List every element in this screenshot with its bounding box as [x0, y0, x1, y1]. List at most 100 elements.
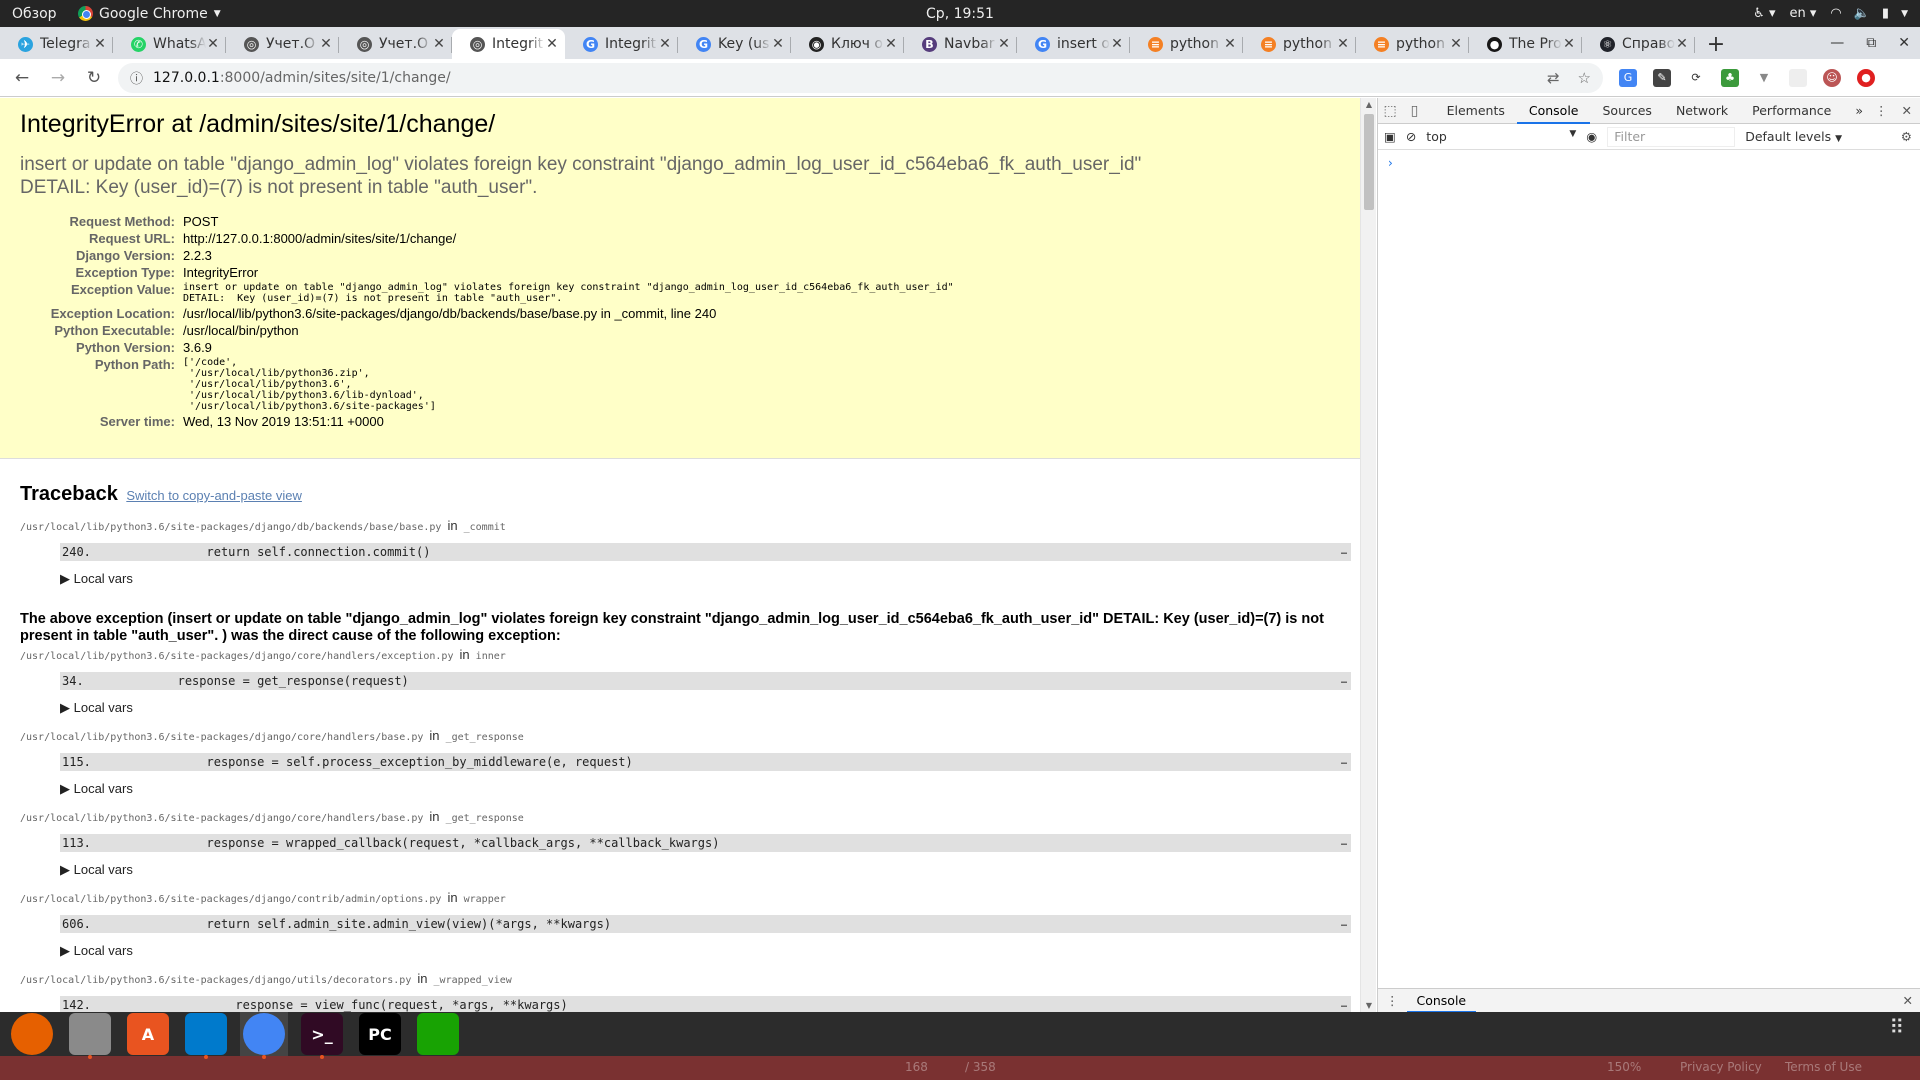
- scroll-up-icon[interactable]: ▲: [1361, 100, 1377, 109]
- dock-files-icon[interactable]: [66, 1012, 114, 1059]
- browser-tab[interactable]: ✈ Telegra ✕: [0, 29, 113, 59]
- reload-icon[interactable]: ↻: [80, 64, 108, 92]
- browser-tab[interactable]: ◎ Integrit ✕: [452, 29, 565, 59]
- local-vars-toggle[interactable]: ▶ Local vars: [60, 943, 1340, 959]
- tab-close-icon[interactable]: ✕: [658, 36, 672, 52]
- devtools-tab-sources[interactable]: Sources: [1590, 98, 1663, 124]
- dock-firefox-icon[interactable]: [8, 1012, 56, 1056]
- scrollbar-thumb[interactable]: [1364, 114, 1374, 210]
- sync-extension-icon[interactable]: ⟳: [1687, 69, 1705, 87]
- expand-context[interactable]: …: [1341, 996, 1347, 1012]
- address-bar[interactable]: ⓘ 127.0.0.1:8000/admin/sites/site/1/chan…: [118, 62, 1603, 93]
- expand-context[interactable]: …: [1341, 753, 1347, 771]
- browser-tab[interactable]: Ginsert o ✕: [1017, 29, 1130, 59]
- frame-code-line[interactable]: 142. response = view_func(request, *args…: [60, 996, 1351, 1012]
- more-tabs-icon[interactable]: »: [1843, 98, 1875, 124]
- browser-tab[interactable]: ◎ Учет.О ✕: [226, 29, 339, 59]
- restore-icon[interactable]: ⧉: [1866, 35, 1876, 51]
- expand-context[interactable]: …: [1341, 915, 1347, 933]
- inspect-element-icon[interactable]: ⬚: [1378, 103, 1402, 119]
- tab-close-icon[interactable]: ✕: [432, 36, 446, 52]
- console-filter-input[interactable]: Filter: [1607, 126, 1736, 147]
- frame-code-line[interactable]: 240. return self.connection.commit()…: [60, 543, 1351, 561]
- devtools-tab-console[interactable]: Console: [1516, 98, 1591, 124]
- expand-context[interactable]: …: [1341, 672, 1347, 690]
- tab-close-icon[interactable]: ✕: [884, 36, 898, 52]
- tree-extension-icon[interactable]: ♣: [1721, 68, 1739, 87]
- system-menu[interactable]: ◠ 🔈 ▮ ▼: [1830, 6, 1908, 21]
- close-drawer-icon[interactable]: ✕: [1903, 993, 1920, 1008]
- kebab-menu-icon[interactable]: ⋮: [1875, 103, 1888, 118]
- system-tray[interactable]: ♿ ▾ en ▾ ◠ 🔈 ▮ ▼: [1753, 0, 1908, 27]
- expand-context[interactable]: …: [1341, 834, 1347, 852]
- dock-vscode-icon[interactable]: [182, 1012, 230, 1059]
- tab-close-icon[interactable]: ✕: [1110, 36, 1124, 52]
- dock-software-icon[interactable]: A: [124, 1012, 172, 1056]
- context-select[interactable]: top ▼: [1426, 129, 1576, 144]
- tab-close-icon[interactable]: ✕: [1562, 36, 1576, 52]
- close-devtools-icon[interactable]: ✕: [1902, 103, 1912, 118]
- tab-close-icon[interactable]: ✕: [771, 36, 785, 52]
- live-expression-eye-icon[interactable]: ◉: [1586, 129, 1597, 144]
- app-menu[interactable]: Google Chrome ▼: [78, 0, 221, 27]
- activities-button[interactable]: Обзор: [0, 0, 72, 27]
- accessibility-icon[interactable]: ♿ ▾: [1753, 6, 1775, 21]
- language-indicator[interactable]: en ▾: [1789, 6, 1816, 21]
- expand-context[interactable]: …: [1341, 543, 1347, 561]
- tab-close-icon[interactable]: ✕: [206, 36, 220, 52]
- adblock-extension-icon[interactable]: ●: [1857, 68, 1875, 87]
- browser-tab[interactable]: G Integrit ✕: [565, 29, 678, 59]
- translate-extension-icon[interactable]: G: [1619, 68, 1637, 87]
- show-applications-icon[interactable]: ⠿: [1889, 1017, 1906, 1037]
- tab-close-icon[interactable]: ✕: [319, 36, 333, 52]
- dock-chrome-icon[interactable]: [240, 1012, 288, 1059]
- frame-code-line[interactable]: 115. response = self.process_exception_b…: [60, 753, 1351, 771]
- browser-tab[interactable]: ⚛ Справо ✕: [1582, 29, 1695, 59]
- forward-icon[interactable]: →: [44, 64, 72, 92]
- page-scrollbar[interactable]: ▲ ▼: [1360, 98, 1376, 1012]
- clock-label[interactable]: Ср, 19:51: [926, 6, 994, 22]
- tab-close-icon[interactable]: ✕: [93, 36, 107, 52]
- browser-tab[interactable]: ≡ python ✕: [1243, 29, 1356, 59]
- browser-tab[interactable]: ◉ Ключ о ✕: [791, 29, 904, 59]
- local-vars-toggle[interactable]: ▶ Local vars: [60, 862, 1340, 878]
- tab-close-icon[interactable]: ✕: [1449, 36, 1463, 52]
- translate-icon[interactable]: ⇄: [1547, 69, 1560, 87]
- frame-code-line[interactable]: 113. response = wrapped_callback(request…: [60, 834, 1351, 852]
- dock-spreadsheet-icon[interactable]: [414, 1012, 462, 1056]
- minimize-icon[interactable]: —: [1830, 35, 1844, 51]
- clear-console-icon[interactable]: ⊘: [1406, 129, 1416, 144]
- bookmark-star-icon[interactable]: ☆: [1578, 69, 1591, 87]
- devtools-tab-performance[interactable]: Performance: [1740, 98, 1843, 124]
- tab-close-icon[interactable]: ✕: [1675, 36, 1689, 52]
- info-icon[interactable]: ⓘ: [130, 68, 143, 87]
- drawer-tab-console[interactable]: Console: [1406, 989, 1477, 1013]
- devtools-tab-elements[interactable]: Elements: [1435, 98, 1517, 124]
- drawer-menu-icon[interactable]: ⋮: [1378, 993, 1407, 1008]
- blank-extension-icon[interactable]: [1789, 68, 1807, 87]
- frame-code-line[interactable]: 34. response = get_response(request)…: [60, 672, 1351, 690]
- tab-close-icon[interactable]: ✕: [1223, 36, 1237, 52]
- browser-tab[interactable]: ≡ python ✕: [1356, 29, 1469, 59]
- local-vars-toggle[interactable]: ▶ Local vars: [60, 781, 1340, 797]
- log-levels-select[interactable]: Default levels ▼: [1745, 129, 1842, 144]
- browser-tab[interactable]: ◎ Учет.О ✕: [339, 29, 452, 59]
- tab-close-icon[interactable]: ✕: [1336, 36, 1350, 52]
- vue-extension-icon[interactable]: ▼: [1755, 69, 1773, 87]
- tab-close-icon[interactable]: ✕: [997, 36, 1011, 52]
- close-icon[interactable]: ✕: [1898, 35, 1910, 51]
- dock-terminal-icon[interactable]: >_: [298, 1012, 346, 1059]
- tab-close-icon[interactable]: ✕: [545, 36, 559, 52]
- back-icon[interactable]: ←: [8, 64, 36, 92]
- local-vars-toggle[interactable]: ▶ Local vars: [60, 700, 1340, 716]
- browser-tab[interactable]: ● The Pro ✕: [1469, 29, 1582, 59]
- console-output[interactable]: ›: [1378, 150, 1920, 176]
- color-picker-extension-icon[interactable]: ✎: [1653, 68, 1671, 87]
- browser-tab[interactable]: B Navbar ✕: [904, 29, 1017, 59]
- new-tab-button[interactable]: +: [1701, 29, 1731, 59]
- avatar[interactable]: ☺: [1823, 68, 1841, 87]
- devtools-tab-network[interactable]: Network: [1664, 98, 1740, 124]
- settings-gear-icon[interactable]: ⚙: [1901, 129, 1920, 144]
- browser-tab[interactable]: ≡ python ✕: [1130, 29, 1243, 59]
- browser-tab[interactable]: G Key (us ✕: [678, 29, 791, 59]
